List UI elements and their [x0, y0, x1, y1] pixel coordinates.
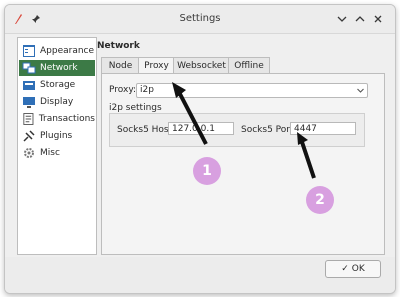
annotation-arrow-icon	[172, 82, 208, 145]
chevron-up-icon[interactable]	[355, 14, 365, 24]
proxy-label: Proxy:	[109, 85, 137, 95]
tab-offline[interactable]: Offline	[228, 57, 270, 74]
sidebar-item-label: Transactions	[38, 114, 95, 124]
socks5-host-label: Socks5 Host:	[117, 125, 176, 135]
ok-button[interactable]: ✓ OK	[325, 260, 381, 278]
sidebar-item-display[interactable]: Display	[19, 94, 95, 110]
i2p-settings-label: i2p settings	[109, 103, 162, 113]
annotation-badge-1: 1	[193, 157, 221, 185]
sidebar-item-label: Storage	[40, 80, 76, 90]
ok-button-label: OK	[351, 264, 365, 274]
socks5-port-label: Socks5 Port:	[241, 125, 297, 135]
misc-icon	[24, 148, 34, 158]
settings-window: Settings Appearance Network Storage Disp…	[4, 4, 396, 294]
chevron-down-icon	[357, 88, 364, 93]
sidebar-item-storage[interactable]: Storage	[19, 77, 95, 93]
sidebar-item-network[interactable]: Network	[19, 60, 95, 76]
sidebar-item-misc[interactable]: Misc	[19, 145, 95, 161]
network-icon	[22, 62, 36, 74]
sidebar-item-label: Misc	[40, 148, 60, 158]
chevron-down-icon[interactable]	[337, 14, 347, 24]
close-icon[interactable]	[373, 14, 383, 24]
annotation-arrow-icon	[297, 132, 316, 179]
transactions-icon	[23, 113, 34, 125]
annotation-badge-2: 2	[306, 186, 334, 214]
settings-sidebar: Appearance Network Storage Display Trans…	[17, 37, 97, 255]
proxy-panel	[101, 73, 385, 255]
section-title: Network	[97, 41, 140, 51]
sidebar-item-transactions[interactable]: Transactions	[19, 111, 95, 127]
sidebar-item-label: Plugins	[40, 131, 73, 141]
display-icon	[23, 97, 35, 108]
sidebar-item-label: Appearance	[40, 46, 95, 56]
storage-icon	[23, 81, 35, 90]
appearance-icon	[23, 45, 35, 57]
plugins-icon	[23, 130, 35, 142]
proxy-select-value: i2p	[140, 85, 154, 95]
tab-node[interactable]: Node	[101, 57, 140, 74]
sidebar-item-label: Network	[40, 63, 78, 73]
sidebar-item-plugins[interactable]: Plugins	[19, 128, 95, 144]
sidebar-item-appearance[interactable]: Appearance	[19, 43, 95, 59]
check-icon: ✓	[341, 264, 349, 274]
tab-websocket[interactable]: Websocket	[173, 57, 230, 74]
sidebar-item-label: Display	[40, 97, 74, 107]
title-bar: Settings	[5, 5, 395, 34]
